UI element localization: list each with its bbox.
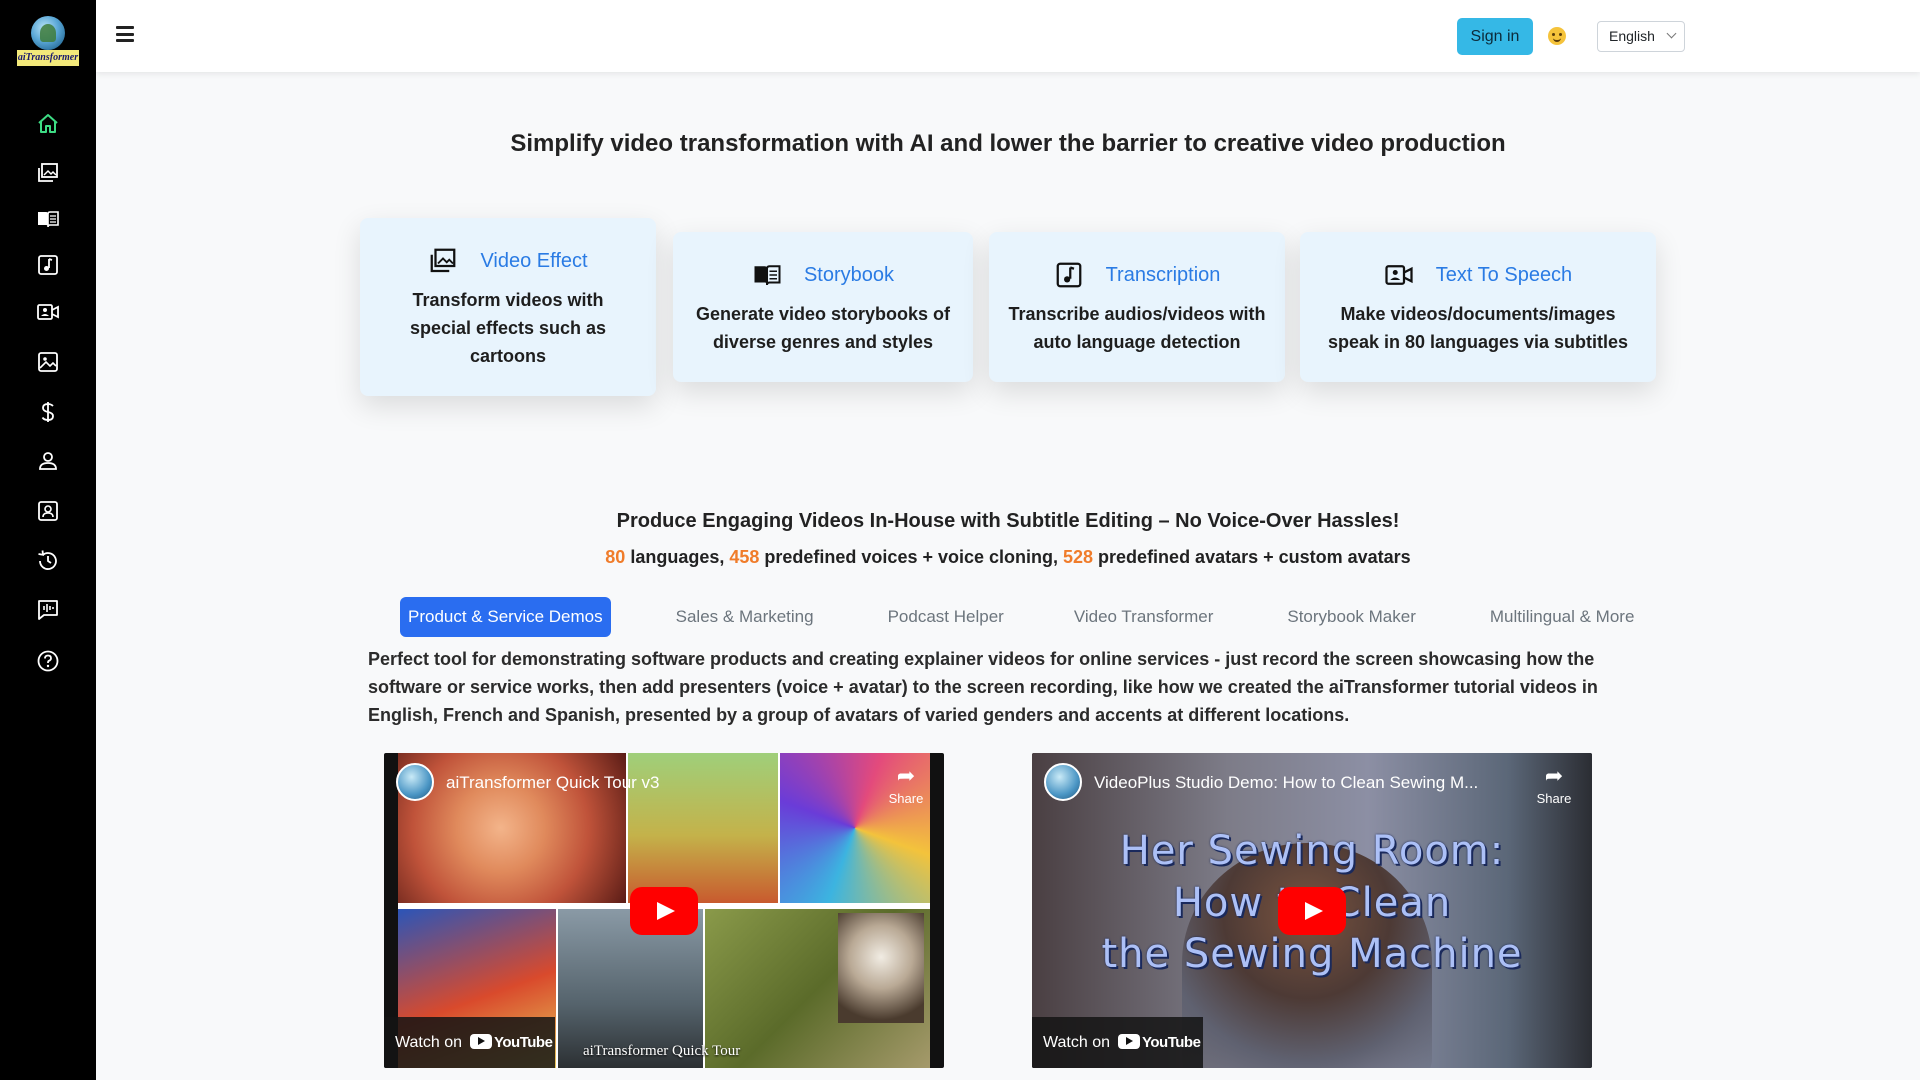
sidebar-item-feedback[interactable]	[36, 598, 60, 622]
top-bar: Sign in English	[96, 0, 1920, 72]
watch-on-label: Watch on	[395, 1034, 462, 1051]
tab-podcast-helper[interactable]: Podcast Helper	[880, 597, 1012, 637]
share-button[interactable]: ➦ Share	[886, 763, 926, 807]
sidebar-item-help[interactable]	[36, 649, 60, 673]
voices-count: 458	[729, 547, 760, 567]
youtube-logo-icon	[470, 1034, 492, 1049]
sidebar: aiTransformer	[0, 0, 96, 1080]
youtube-logo-icon	[1118, 1034, 1140, 1049]
share-icon: ➦	[1544, 763, 1564, 788]
feature-card-title[interactable]: Video Effect	[480, 250, 587, 273]
stats-line: 80 languages, 458 predefined voices + vo…	[96, 547, 1920, 568]
app-logo[interactable]: aiTransformer	[17, 16, 79, 66]
chevron-down-icon	[1666, 28, 1677, 39]
share-label: Share	[888, 791, 924, 806]
youtube-label: YouTube	[1142, 1034, 1201, 1051]
tab-storybook-maker[interactable]: Storybook Maker	[1279, 597, 1424, 637]
sidebar-item-profile[interactable]	[36, 499, 60, 523]
video-title[interactable]: aiTransformer Quick Tour v3	[446, 773, 660, 793]
overlay-line: the Sewing Machine	[1101, 931, 1523, 977]
page-headline: Simplify video transformation with AI an…	[510, 130, 1506, 157]
smiley-icon[interactable]	[1548, 27, 1566, 45]
language-select-value: English	[1609, 28, 1655, 44]
sidebar-item-video-effect[interactable]	[36, 161, 60, 185]
feature-card-storybook[interactable]: Storybook Generate video storybooks of d…	[673, 232, 973, 382]
avatars-text: predefined avatars + custom avatars	[1093, 547, 1411, 567]
feature-card-transcription[interactable]: Transcription Transcribe audios/videos w…	[989, 232, 1285, 382]
sidebar-item-text-to-speech[interactable]	[36, 300, 60, 324]
feature-card-description: Transform videos with special effects su…	[409, 290, 607, 366]
menu-toggle-icon[interactable]	[116, 26, 136, 44]
music-note-icon	[38, 255, 58, 275]
sidebar-item-home[interactable]	[36, 112, 60, 136]
camera-video-icon	[1385, 265, 1413, 285]
feature-card-video-effect[interactable]: Video Effect Transform videos with speci…	[360, 218, 656, 396]
dollar-icon	[41, 402, 54, 422]
watch-on-youtube-button[interactable]: Watch on YouTube	[1032, 1017, 1203, 1068]
channel-avatar[interactable]	[396, 763, 434, 801]
sidebar-item-history[interactable]	[36, 549, 60, 573]
images-icon	[431, 248, 456, 273]
person-icon	[39, 452, 57, 470]
feature-card-title[interactable]: Transcription	[1106, 264, 1221, 287]
language-select[interactable]: English	[1597, 21, 1685, 52]
sidebar-item-transcription[interactable]	[36, 253, 60, 277]
sidebar-item-image[interactable]	[36, 350, 60, 374]
tab-sales-marketing[interactable]: Sales & Marketing	[668, 597, 822, 637]
feature-card-description: Generate video storybooks of diverse gen…	[695, 304, 951, 352]
channel-avatar[interactable]	[1044, 763, 1082, 801]
sign-in-button[interactable]: Sign in	[1457, 18, 1533, 55]
languages-text: languages,	[625, 547, 730, 567]
share-icon: ➦	[896, 763, 916, 788]
history-icon	[38, 550, 57, 570]
feature-card-title[interactable]: Storybook	[804, 264, 894, 287]
book-icon	[754, 265, 781, 286]
tab-product-service-demos[interactable]: Product & Service Demos	[400, 597, 611, 637]
video-title[interactable]: VideoPlus Studio Demo: How to Clean Sewi…	[1094, 773, 1478, 793]
person-badge-icon	[38, 501, 58, 521]
feature-card-title[interactable]: Text To Speech	[1436, 264, 1572, 287]
use-case-tabs: Product & Service Demos Sales & Marketin…	[400, 597, 1642, 637]
share-button[interactable]: ➦ Share	[1534, 763, 1574, 807]
video-caption: aiTransformer Quick Tour	[583, 1043, 741, 1059]
section-heading: Produce Engaging Videos In-House with Su…	[616, 510, 1400, 532]
feature-card-description: Make videos/documents/images speak in 80…	[1327, 304, 1629, 352]
tab-video-transformer[interactable]: Video Transformer	[1066, 597, 1222, 637]
sidebar-item-account[interactable]	[36, 449, 60, 473]
feature-card-description: Transcribe audios/videos with auto langu…	[1008, 304, 1266, 352]
play-button[interactable]	[630, 887, 698, 935]
chat-voice-icon	[38, 600, 58, 620]
voices-text: predefined voices + voice cloning,	[759, 547, 1063, 567]
camera-video-icon	[37, 304, 59, 320]
overlay-line: Her Sewing Room:	[1119, 828, 1505, 874]
share-label: Share	[1536, 791, 1572, 806]
question-circle-icon	[37, 650, 59, 672]
book-icon	[38, 211, 59, 228]
image-icon	[38, 352, 58, 372]
sidebar-item-storybook[interactable]	[36, 207, 60, 231]
play-button[interactable]	[1278, 887, 1346, 935]
feature-card-text-to-speech[interactable]: Text To Speech Make videos/documents/ima…	[1300, 232, 1656, 382]
tab-multilingual-more[interactable]: Multilingual & More	[1482, 597, 1643, 637]
images-icon	[38, 163, 58, 182]
youtube-label: YouTube	[494, 1034, 553, 1051]
languages-count: 80	[605, 547, 626, 567]
logo-text: aiTransformer	[17, 50, 79, 66]
watch-on-label: Watch on	[1043, 1034, 1110, 1051]
video-player-quick-tour[interactable]: aiTransformer Quick Tour aiTransformer Q…	[384, 753, 944, 1068]
tab-description: Perfect tool for demonstrating software …	[368, 649, 1598, 725]
video-player-sewing-demo[interactable]: Her Sewing Room: How to Clean the Sewing…	[1032, 753, 1592, 1068]
home-icon	[38, 114, 58, 133]
avatars-count: 528	[1063, 547, 1094, 567]
music-note-icon	[1056, 262, 1081, 288]
globe-logo-icon	[31, 16, 65, 50]
watch-on-youtube-button[interactable]: Watch on YouTube	[384, 1017, 555, 1068]
sidebar-item-pricing[interactable]	[36, 400, 60, 424]
